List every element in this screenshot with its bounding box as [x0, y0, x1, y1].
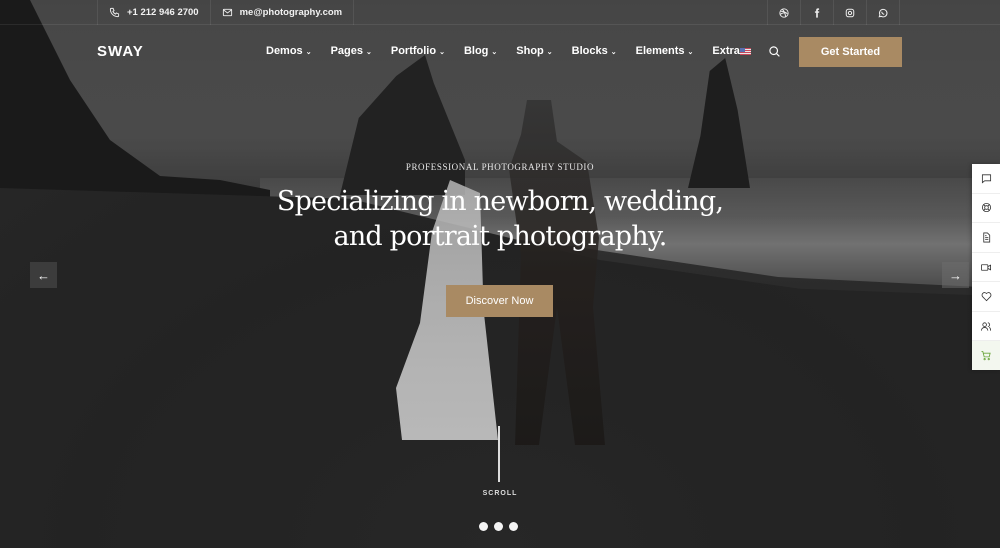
phone-icon: [109, 7, 120, 18]
email-address: me@photography.com: [239, 7, 343, 18]
email-link[interactable]: me@photography.com: [211, 0, 355, 25]
menu-item-shop[interactable]: Shop ⌄: [516, 45, 552, 57]
chevron-down-icon: ⌄: [439, 49, 445, 56]
chevron-down-icon: ⌄: [687, 49, 694, 56]
menu-label: Extra: [712, 45, 740, 57]
slider-dot[interactable]: [509, 522, 518, 531]
chat-icon: [981, 173, 992, 184]
main-menu: Demos ⌄ Pages ⌄ Portfolio ⌄ Blog ⌄ Shop ⌄ Blo…: [266, 45, 768, 57]
menu-item-blog[interactable]: Blog ⌄: [464, 45, 497, 57]
side-wishlist-button[interactable]: [972, 282, 1000, 312]
side-account-button[interactable]: [972, 312, 1000, 342]
social-instagram[interactable]: [834, 0, 867, 25]
social-links: [767, 0, 900, 25]
social-dribbble[interactable]: [768, 0, 801, 25]
cart-icon: [980, 350, 992, 361]
phone-link[interactable]: +1 212 946 2700: [98, 0, 211, 25]
whatsapp-icon: [878, 8, 888, 18]
scroll-label[interactable]: SCROLL: [470, 490, 530, 497]
hero-headline: Specializing in newborn, wedding, and po…: [0, 184, 1000, 254]
menu-item-elements[interactable]: Elements ⌄: [636, 45, 694, 57]
side-toolbar: [972, 164, 1000, 371]
side-docs-button[interactable]: [972, 223, 1000, 253]
slider-pagination: [479, 522, 518, 531]
hero-kicker: PROFESSIONAL PHOTOGRAPHY STUDIO: [405, 162, 595, 172]
menu-item-blocks[interactable]: Blocks ⌄: [572, 45, 617, 57]
slider-prev-button[interactable]: ←: [30, 262, 57, 288]
menu-label: Shop: [516, 45, 544, 57]
dribbble-icon: [779, 7, 789, 18]
document-icon: [981, 232, 992, 243]
menu-item-pages[interactable]: Pages ⌄: [331, 45, 372, 57]
facebook-icon: [812, 7, 822, 18]
side-video-button[interactable]: [972, 253, 1000, 283]
us-flag-icon[interactable]: [740, 48, 751, 55]
get-started-button[interactable]: Get Started: [799, 37, 902, 67]
scroll-indicator-line: [498, 426, 500, 482]
social-whatsapp[interactable]: [867, 0, 900, 25]
heart-icon: [981, 291, 992, 302]
site-logo[interactable]: SWAY: [97, 43, 144, 60]
users-icon: [980, 321, 992, 332]
chevron-down-icon: ⌄: [305, 49, 312, 56]
main-navbar: SWAY Demos ⌄ Pages ⌄ Portfolio ⌄ Blog ⌄ Shop…: [0, 26, 1000, 78]
menu-label: Elements: [635, 45, 685, 57]
headline-line-2: and portrait photography.: [333, 221, 668, 252]
headline-line-1: Specializing in newborn, wedding,: [276, 186, 724, 217]
side-chat-button[interactable]: [972, 164, 1000, 194]
dark-overlay: [0, 0, 1000, 548]
social-facebook[interactable]: [801, 0, 834, 25]
menu-item-demos[interactable]: Demos ⌄: [266, 45, 312, 57]
chevron-down-icon: ⌄: [610, 49, 617, 56]
side-cart-button[interactable]: [972, 341, 1000, 371]
chevron-down-icon: ⌄: [365, 49, 372, 56]
top-bar: +1 212 946 2700 me@photography.com: [0, 0, 1000, 25]
menu-label: Blog: [463, 45, 489, 57]
menu-label: Blocks: [571, 45, 608, 57]
contact-info: +1 212 946 2700 me@photography.com: [97, 0, 355, 25]
chevron-down-icon: ⌄: [491, 49, 498, 56]
hero-background-photo: [0, 0, 1000, 548]
lifebuoy-icon: [981, 202, 992, 213]
instagram-icon: [845, 8, 855, 18]
search-icon: [768, 45, 781, 58]
video-icon: [980, 262, 992, 273]
slider-dot[interactable]: [494, 522, 503, 531]
menu-label: Demos: [266, 45, 303, 57]
chevron-down-icon: ⌄: [546, 49, 553, 56]
envelope-icon: [222, 7, 233, 18]
arrow-left-icon: ←: [37, 267, 50, 283]
discover-now-button[interactable]: Discover Now: [446, 285, 553, 317]
menu-label: Pages: [330, 45, 363, 57]
menu-item-portfolio[interactable]: Portfolio ⌄: [391, 45, 445, 57]
slider-next-button[interactable]: →: [942, 262, 969, 288]
search-button[interactable]: [768, 45, 781, 58]
phone-number: +1 212 946 2700: [127, 7, 199, 18]
arrow-right-icon: →: [949, 267, 962, 283]
slider-dot[interactable]: [479, 522, 488, 531]
menu-label: Portfolio: [390, 45, 437, 57]
side-support-button[interactable]: [972, 194, 1000, 224]
